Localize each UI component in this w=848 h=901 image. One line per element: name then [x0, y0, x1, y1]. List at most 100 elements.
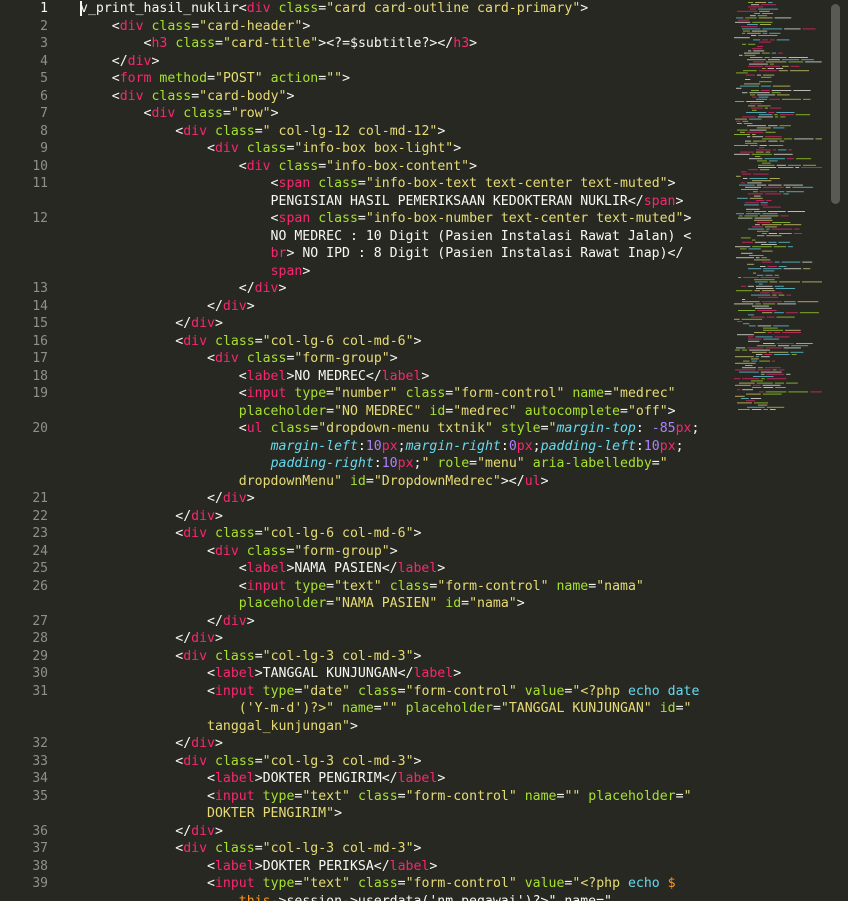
code-editor[interactable]: 1 2 3 4 5 6 7 8 9 10 11 12 13 14 15 16 17 18 19 20 21 22 23 24 2… [0, 0, 848, 901]
code-line[interactable]: DOKTER PENGIRIM"> [80, 805, 342, 823]
minimap-mark [739, 382, 755, 384]
code-line[interactable]: this->session->userdata('nm_pegawai')?>"… [80, 893, 612, 901]
code-line[interactable]: <label>DOKTER PENGIRIM</label> [80, 770, 445, 788]
minimap-mark [802, 281, 822, 283]
code-line[interactable]: <label>NO MEDREC</label> [80, 368, 430, 386]
minimap-mark [771, 57, 787, 58]
code-line[interactable]: <div class=" col-lg-12 col-md-12"> [80, 123, 445, 141]
code-line[interactable]: tanggal_kunjungan"> [80, 718, 358, 736]
code-line[interactable]: placeholder="NO MEDREC" id="medrec" auto… [80, 403, 676, 421]
minimap-mark [760, 292, 770, 294]
minimap-mark [757, 235, 765, 237]
code-area[interactable]: v_print_hasil_nuklir<div class="card car… [80, 0, 732, 901]
minimap-mark [745, 142, 758, 144]
scrollbar-thumb[interactable] [831, 4, 840, 204]
minimap-mark [758, 70, 777, 72]
code-line[interactable]: <div class="col-lg-3 col-md-3"> [80, 753, 421, 771]
minimap-mark [755, 303, 761, 305]
code-line[interactable]: ('Y-m-d')?>" name="" placeholder="TANGGA… [80, 700, 692, 718]
minimap-mark [796, 158, 812, 160]
code-line[interactable]: <div class="col-lg-3 col-md-3"> [80, 648, 421, 666]
line-number: 28 [32, 631, 48, 646]
code-line[interactable]: </div> [80, 630, 223, 648]
minimap-mark [771, 228, 793, 230]
minimap-mark [762, 393, 782, 395]
code-line[interactable]: <label>TANGGAL KUNJUNGAN</label> [80, 665, 461, 683]
code-line[interactable]: <span class="info-box-text text-center t… [80, 175, 676, 193]
line-number: 2 [40, 18, 48, 34]
minimap-mark [747, 59, 766, 61]
code-line[interactable]: margin-left:10px;margin-right:0px;paddin… [80, 438, 684, 456]
code-line[interactable]: span> [80, 263, 311, 281]
code-line[interactable]: </div> [80, 823, 223, 841]
code-line[interactable]: br> NO IPD : 8 Digit (Pasien Instalasi R… [80, 245, 684, 263]
minimap[interactable] [730, 0, 826, 420]
code-line[interactable]: </div> [80, 490, 255, 508]
minimap-mark [773, 325, 789, 327]
minimap-mark [752, 351, 767, 353]
minimap-mark [745, 79, 751, 80]
minimap-mark [762, 13, 774, 14]
code-line[interactable]: <div class="row"> [80, 105, 279, 123]
code-line[interactable]: </div> [80, 298, 255, 316]
code-line[interactable]: <div class="info-box-content"> [80, 158, 477, 176]
code-line[interactable]: <span class="info-box-number text-center… [80, 210, 692, 228]
code-line[interactable]: <div class="card-header"> [80, 18, 311, 36]
code-line[interactable]: <input type="text" class="form-control" … [80, 788, 692, 806]
minimap-mark [756, 184, 767, 186]
minimap-mark [759, 81, 772, 83]
code-line[interactable]: <div class="form-group"> [80, 543, 398, 561]
code-line[interactable]: <div class="col-lg-3 col-md-3"> [80, 840, 421, 858]
code-line[interactable]: <div class="card-body"> [80, 88, 295, 106]
code-line[interactable]: <div class="col-lg-6 col-md-6"> [80, 333, 421, 351]
code-line[interactable]: <div class="form-group"> [80, 350, 398, 368]
minimap-mark [785, 186, 791, 188]
minimap-mark [759, 360, 771, 362]
code-line[interactable]: <label>NAMA PASIEN</label> [80, 560, 445, 578]
minimap-mark [737, 129, 748, 131]
minimap-mark [734, 37, 750, 39]
code-line[interactable]: <label>DOKTER PERIKSA</label> [80, 858, 437, 876]
code-line[interactable]: placeholder="NAMA PASIEN" id="nama"> [80, 595, 525, 613]
minimap-mark [759, 215, 779, 217]
code-line[interactable]: padding-right:10px;" role="menu" aria-la… [80, 455, 668, 473]
minimap-mark [749, 197, 763, 199]
minimap-mark [734, 145, 749, 146]
code-line[interactable]: <input type="date" class="form-control" … [80, 683, 699, 701]
minimap-mark [755, 285, 773, 287]
minimap-mark [745, 365, 753, 366]
code-line[interactable]: </div> [80, 315, 223, 333]
code-line[interactable]: <div class="info-box box-light"> [80, 140, 461, 158]
code-line[interactable]: </div> [80, 280, 287, 298]
minimap-mark [795, 114, 811, 116]
code-line[interactable]: <input type="text" class="form-control" … [80, 578, 644, 596]
minimap-mark [749, 178, 768, 179]
code-line[interactable]: <ul class="dropdown-menu txtnik" style="… [80, 420, 700, 438]
code-line[interactable]: v_print_hasil_nuklir<div class="card car… [80, 0, 588, 18]
minimap-mark [737, 321, 743, 322]
code-line[interactable]: <h3 class="card-title"><?=$subtitle?></h… [80, 35, 478, 53]
minimap-mark [776, 39, 790, 41]
minimap-mark [782, 65, 789, 67]
line-number: 29 [32, 648, 48, 664]
minimap-mark [740, 151, 754, 153]
code-line[interactable]: <form method="POST" action=""> [80, 70, 350, 88]
minimap-mark [752, 134, 756, 135]
code-line[interactable]: NO MEDREC : 10 Digit (Pasien Instalasi R… [80, 228, 692, 246]
code-line[interactable]: </div> [80, 735, 223, 753]
minimap-mark [751, 409, 762, 410]
code-line[interactable]: </div> [80, 613, 255, 631]
code-line[interactable]: <div class="col-lg-6 col-md-6"> [80, 525, 421, 543]
minimap-mark [778, 233, 792, 234]
code-line[interactable]: <input type="text" class="form-control" … [80, 875, 676, 893]
minimap-mark [749, 63, 768, 65]
minimap-mark [784, 28, 801, 30]
code-line[interactable]: </div> [80, 53, 160, 71]
code-line[interactable]: </div> [80, 508, 223, 526]
code-line[interactable]: <input type="number" class="form-control… [80, 385, 676, 403]
code-line[interactable]: dropdownMenu" id="DropdownMedrec"></ul> [80, 473, 549, 491]
minimap-mark [769, 409, 776, 410]
code-line[interactable]: PENGISIAN HASIL PEMERIKSAAN KEDOKTERAN N… [80, 193, 684, 211]
minimap-mark [736, 120, 741, 122]
minimap-mark [759, 24, 772, 25]
